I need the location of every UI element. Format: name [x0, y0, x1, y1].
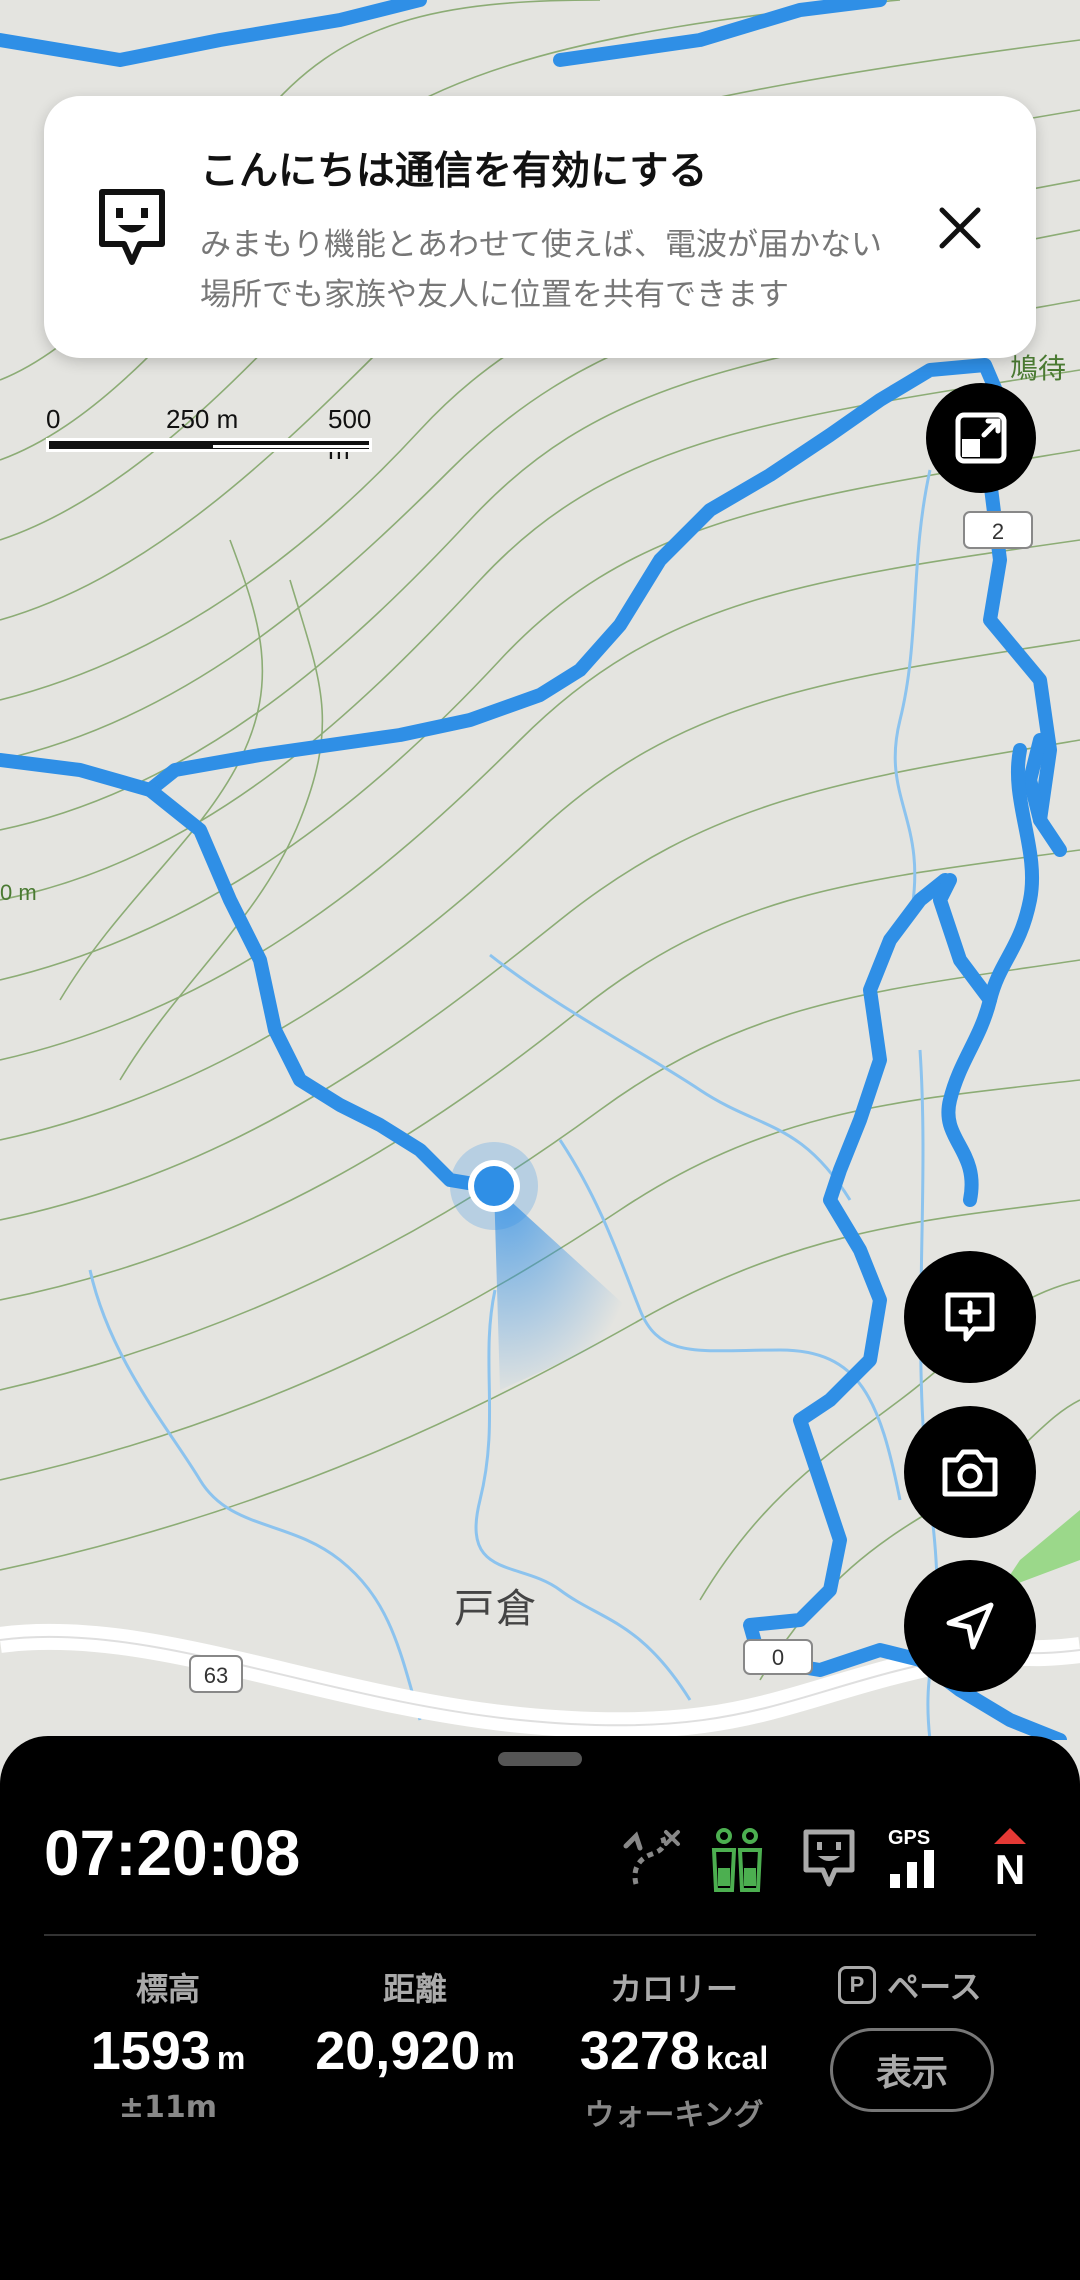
sheet-divider — [44, 1934, 1036, 1936]
distance-value: 20,920 — [315, 2021, 481, 2081]
calories-label: カロリー — [609, 1970, 738, 2008]
elevation-stat: 標高 1593 m ±11m — [53, 1964, 283, 2125]
road-bottom-label: 0 — [772, 1645, 784, 1670]
group-members-icon[interactable] — [708, 1828, 766, 1894]
activity-type: ウォーキング — [584, 2098, 764, 2133]
add-note-button[interactable] — [904, 1251, 1036, 1383]
town-label: 戸倉 — [454, 1586, 538, 1632]
calories-unit: kcal — [705, 2040, 769, 2076]
elevation-label: 標高 — [135, 1970, 200, 2008]
distance-unit: m — [486, 2040, 515, 2076]
pace-stat: P ペース — [830, 1962, 1010, 2008]
map-edge-label: 0 m — [0, 880, 37, 905]
messenger-face-icon — [99, 189, 165, 265]
expand-frame-icon — [955, 412, 1007, 464]
messenger-status-icon[interactable] — [802, 1828, 856, 1890]
location-dot — [474, 1166, 514, 1206]
elevation-accuracy: ±11m — [118, 2090, 218, 2125]
map-scale-bar: 0 250 m 500 m — [46, 404, 376, 465]
scale-label-500: 500 m — [328, 404, 372, 465]
elevation-value: 1593 — [90, 2021, 211, 2081]
my-location-button[interactable] — [904, 1560, 1036, 1692]
road-shield-top: 2 — [963, 511, 1033, 549]
elevation-unit: m — [216, 2040, 246, 2076]
elapsed-timer: 07:20:08 — [44, 1817, 301, 1889]
navigation-arrow-icon — [946, 1602, 994, 1650]
compass-label: N — [994, 1846, 1026, 1893]
banner-text: みまもり機能とあわせて使えば、電波が届かない場所でも家族や友人に位置を共有できま… — [200, 227, 882, 313]
pace-premium-badge: P — [838, 1966, 876, 2004]
map-place-edge-label: 鳩待 — [1010, 352, 1066, 385]
calories-value: 3278 — [579, 2021, 700, 2081]
close-icon[interactable] — [924, 192, 996, 264]
communication-banner[interactable]: こんにちは通信を有効にする みまもり機能とあわせて使えば、電波が届かない場所でも… — [44, 96, 1036, 358]
pace-label: ペース — [887, 1968, 982, 2006]
activity-sheet[interactable]: 07:20:08 GPS N 標高 1593 m ±11m 距離 20,920 … — [0, 1736, 1080, 2280]
distance-label: 距離 — [382, 1970, 447, 2008]
compass-arrow-icon — [994, 1828, 1026, 1844]
calories-stat: カロリー 3278 kcal ウォーキング — [549, 1964, 799, 2134]
distance-stat: 距離 20,920 m — [300, 1964, 530, 2082]
road-63-label: 63 — [204, 1663, 228, 1688]
camera-icon — [942, 1449, 998, 1497]
route-off-icon[interactable] — [622, 1828, 682, 1892]
road-shield-bottom: 0 — [743, 1639, 813, 1675]
road-shield-63: 63 — [189, 1655, 243, 1693]
gps-label: GPS — [888, 1827, 931, 1849]
fit-route-button[interactable] — [926, 383, 1036, 493]
compass-indicator[interactable]: N — [980, 1828, 1040, 1892]
add-comment-icon — [945, 1292, 995, 1342]
camera-button[interactable] — [904, 1406, 1036, 1538]
sheet-drag-handle[interactable] — [498, 1752, 582, 1766]
gps-signal-indicator: GPS — [888, 1828, 944, 1892]
scale-label-0: 0 — [46, 404, 61, 434]
scale-label-250: 250 m — [166, 404, 239, 434]
pace-show-button[interactable]: 表示 — [830, 2028, 994, 2112]
banner-title: こんにちは通信を有効にする — [200, 149, 708, 194]
road-top-label: 2 — [992, 519, 1004, 544]
signal-bars-icon — [890, 1850, 934, 1888]
